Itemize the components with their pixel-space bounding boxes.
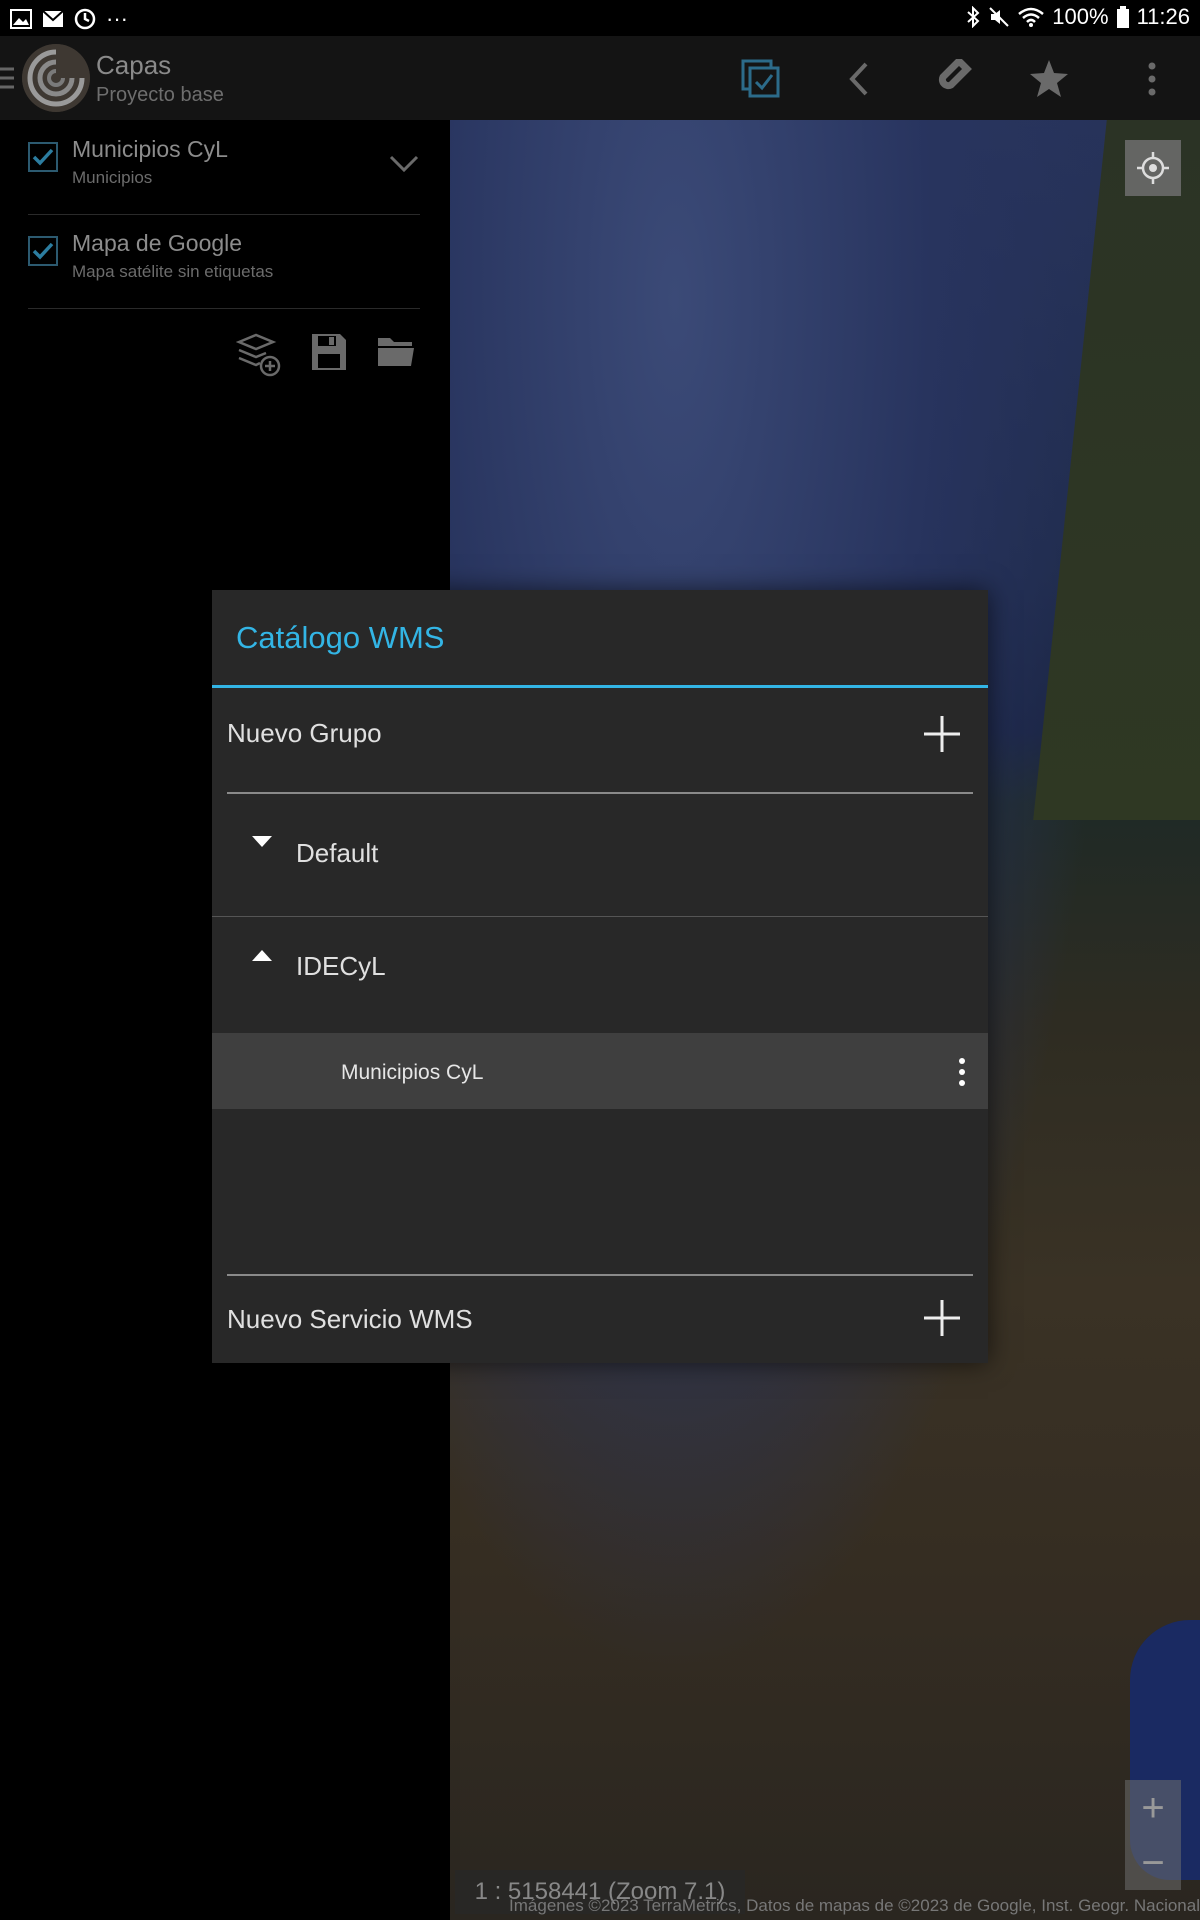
drawer-menu-icon[interactable]: [0, 66, 14, 90]
panel-toolbar: [236, 332, 416, 378]
group-row-idecyl[interactable]: IDECyL: [212, 917, 988, 1031]
dialog-title-divider: [212, 685, 988, 688]
star-icon: [1028, 59, 1070, 99]
page-title: Capas: [96, 50, 172, 80]
wifi-icon: [1018, 7, 1045, 27]
map-attribution: Imágenes ©2023 TerraMetrics, Datos de ma…: [509, 1896, 1200, 1915]
layer-title: Mapa de Google: [72, 230, 243, 256]
group-label: IDECyL: [296, 951, 386, 981]
mail-notification-icon: [42, 10, 64, 28]
new-group-row[interactable]: Nuevo Grupo: [212, 690, 988, 780]
save-button[interactable]: [310, 332, 348, 378]
map-land: [1033, 120, 1200, 820]
more-vert-icon[interactable]: [958, 1057, 966, 1087]
layer-title: Municipios CyL: [72, 136, 228, 162]
overflow-menu-button[interactable]: [1127, 54, 1177, 104]
chevron-left-icon: [847, 61, 871, 97]
wms-catalog-dialog: Catálogo WMS Nuevo Grupo Default IDECyL …: [212, 590, 988, 1363]
caret-down-icon: [252, 834, 272, 848]
battery-percent: 100%: [1052, 4, 1109, 29]
page-subtitle: Proyecto base: [96, 84, 224, 106]
mute-icon: [988, 6, 1010, 28]
plus-icon: [922, 714, 962, 754]
zoom-controls: + −: [1125, 1780, 1181, 1890]
layer-checkbox[interactable]: [28, 236, 58, 266]
magnet-icon: [933, 59, 973, 99]
add-layer-button[interactable]: [236, 332, 282, 378]
layer-divider: [28, 214, 420, 215]
chevron-down-icon[interactable]: [388, 154, 420, 174]
wms-layer-label: Municipios CyL: [341, 1061, 484, 1084]
new-service-label: Nuevo Servicio WMS: [227, 1304, 473, 1334]
app-bar: Capas Proyecto base: [0, 36, 1200, 120]
select-layers-button[interactable]: [736, 54, 786, 104]
zoom-in-button[interactable]: +: [1125, 1780, 1181, 1835]
layer-checkbox[interactable]: [28, 142, 58, 172]
my-location-button[interactable]: [1125, 140, 1181, 196]
sync-notification-icon: [74, 8, 96, 30]
favorites-button[interactable]: [1024, 54, 1074, 104]
plus-icon: [922, 1298, 962, 1338]
crosshair-icon: [1136, 151, 1170, 185]
group-row-default[interactable]: Default: [212, 794, 988, 906]
new-group-label: Nuevo Grupo: [227, 718, 382, 748]
more-notifications-icon: ···: [106, 6, 128, 31]
group-label: Default: [296, 838, 379, 868]
zoom-out-button[interactable]: −: [1125, 1835, 1181, 1890]
caret-up-icon: [252, 949, 272, 963]
more-vert-icon: [1147, 62, 1157, 96]
open-folder-button[interactable]: [376, 332, 416, 378]
zoom-in-label: +: [1141, 1785, 1165, 1830]
gallery-notification-icon: [10, 9, 32, 29]
battery-icon: [1116, 6, 1129, 28]
dialog-title: Catálogo WMS: [236, 620, 445, 655]
layer-divider: [28, 308, 420, 309]
checkbox-stack-icon: [741, 59, 781, 99]
wms-layer-item[interactable]: Municipios CyL: [212, 1033, 988, 1109]
clock: 11:26: [1136, 4, 1190, 29]
bluetooth-icon: [966, 6, 980, 28]
back-button[interactable]: [834, 54, 884, 104]
add-service-button[interactable]: [922, 1298, 962, 1338]
zoom-out-label: −: [1141, 1840, 1165, 1885]
add-group-button[interactable]: [922, 714, 962, 754]
layer-subtitle: Mapa satélite sin etiquetas: [72, 262, 274, 281]
layer-subtitle: Municipios: [72, 168, 153, 187]
app-logo[interactable]: [22, 44, 90, 112]
new-service-row[interactable]: Nuevo Servicio WMS: [212, 1276, 988, 1363]
status-bar: ··· 100% 11:26: [0, 0, 1200, 36]
snap-button[interactable]: [928, 54, 978, 104]
